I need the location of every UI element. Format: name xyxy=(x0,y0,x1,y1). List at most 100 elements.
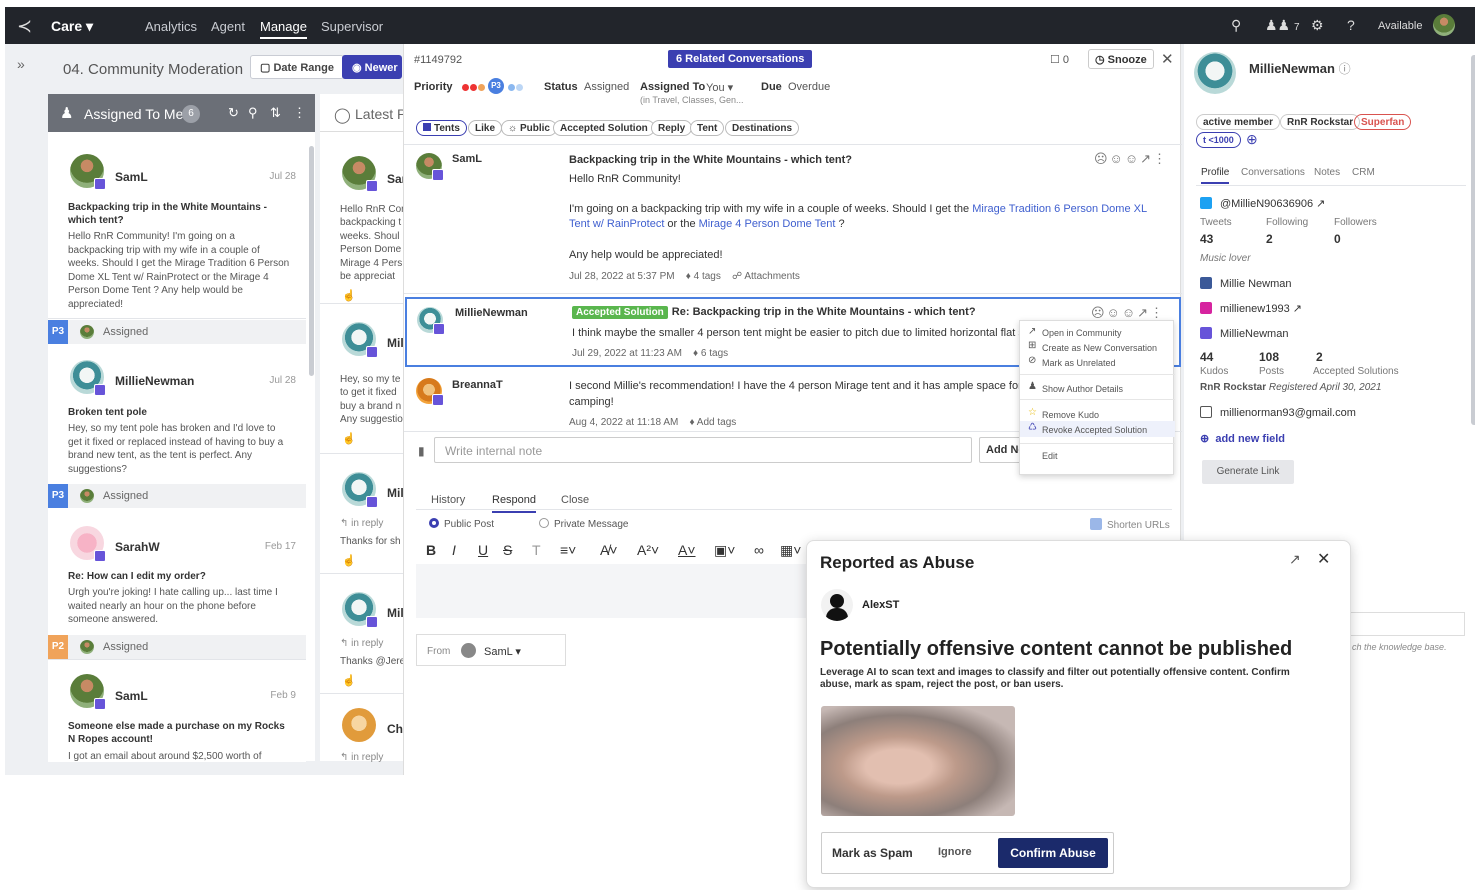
nav-manage[interactable]: Manage xyxy=(260,19,307,39)
menu-mark-unrelated[interactable]: Mark as Unrelated xyxy=(1042,358,1116,368)
product-link[interactable]: Mirage 4 Person Dome Tent xyxy=(699,218,836,230)
status-value[interactable]: Assigned xyxy=(584,81,629,93)
tag-tents[interactable]: Tents xyxy=(416,120,467,136)
thumbs-up-icon[interactable]: ☝ xyxy=(342,432,356,445)
reaction-icons[interactable]: ☹☺☺↗⋮ xyxy=(1091,305,1165,321)
add-tags-link[interactable]: Add tags xyxy=(697,417,736,428)
menu-edit[interactable]: Edit xyxy=(1042,451,1058,461)
clear-format-icon[interactable]: T xyxy=(532,542,541,558)
gear-icon[interactable]: ⚙ xyxy=(1311,17,1324,34)
assigned-dropdown[interactable]: You ▾ xyxy=(706,81,733,94)
tab-history[interactable]: History xyxy=(431,494,465,506)
priority-dot[interactable] xyxy=(516,84,523,91)
align-icon[interactable]: ≡˅ xyxy=(560,542,576,558)
tag-like[interactable]: Like xyxy=(468,120,503,136)
queue-scrollbar[interactable] xyxy=(309,146,314,376)
tags-link[interactable]: 4 tags xyxy=(694,271,721,282)
badge-active-member[interactable]: active member xyxy=(1196,114,1281,130)
twitter-handle[interactable]: @MillieN90636906 ↗ xyxy=(1200,197,1325,210)
instagram-handle[interactable]: millienew1993 ↗ xyxy=(1200,302,1302,315)
app-logo-icon[interactable]: ≺ xyxy=(17,16,32,37)
image-icon[interactable]: ▦˅ xyxy=(780,542,801,559)
tab-close[interactable]: Close xyxy=(561,494,589,506)
thumbs-up-icon[interactable]: ☝ xyxy=(342,289,356,302)
latest-card[interactable]: Sar Hello RnR Cor backpacking t weeks. S… xyxy=(320,136,410,304)
tag-reply[interactable]: Reply xyxy=(651,120,693,136)
tab-crm[interactable]: CRM xyxy=(1352,167,1375,178)
more-icon[interactable]: ⋮ xyxy=(293,105,306,121)
latest-card[interactable]: Mil ↰ in reply Thanks for sh ☝ xyxy=(320,456,410,574)
superscript-icon[interactable]: A²˅ xyxy=(637,542,659,558)
user-avatar[interactable] xyxy=(1433,14,1455,36)
from-selector[interactable]: From SamL ▾ xyxy=(416,634,566,666)
generate-link-button[interactable]: Generate Link xyxy=(1202,460,1294,484)
queue-card[interactable]: SamL Jul 28 Backpacking trip in the Whit… xyxy=(48,134,306,344)
thumbs-up-icon[interactable]: ☝ xyxy=(342,554,356,567)
font-color-icon[interactable]: A˅ xyxy=(678,542,696,558)
menu-remove-kudo[interactable]: Remove Kudo xyxy=(1042,410,1099,420)
snooze-button[interactable]: ◷ Snooze xyxy=(1088,49,1154,69)
open-external-icon[interactable]: ↗ xyxy=(1289,551,1301,568)
queue-card[interactable]: SamL Feb 9 Someone else made a purchase … xyxy=(48,662,306,762)
search-icon[interactable]: ⚲ xyxy=(1231,17,1241,34)
internal-note-input[interactable]: Write internal note xyxy=(434,437,972,463)
priority-dot[interactable] xyxy=(508,84,515,91)
tag-destinations[interactable]: Destinations xyxy=(725,120,800,136)
font-size-icon[interactable]: A̸˅ xyxy=(600,542,618,558)
search-icon[interactable]: ⚲ xyxy=(248,105,258,121)
expand-icon[interactable]: » xyxy=(17,56,25,72)
community-name[interactable]: MillieNewman xyxy=(1200,327,1288,340)
add-badge-icon[interactable]: ⊕ xyxy=(1246,131,1258,148)
queue-card[interactable]: MillieNewman Jul 28 Broken tent pole Hey… xyxy=(48,346,306,511)
underline-icon[interactable]: U xyxy=(478,542,488,558)
newer-button[interactable]: ◉ Newer xyxy=(342,55,402,79)
queue-card[interactable]: SarahW Feb 17 Re: How can I edit my orde… xyxy=(48,510,306,660)
refresh-icon[interactable]: ↻ xyxy=(228,105,239,121)
attachments-link[interactable]: Attachments xyxy=(744,271,800,282)
badge-value[interactable]: t <1000 xyxy=(1196,132,1241,148)
priority-dot[interactable] xyxy=(462,84,469,91)
tag-tent[interactable]: Tent xyxy=(690,120,725,136)
tag-accepted-solution[interactable]: Accepted Solution xyxy=(553,120,655,136)
nav-supervisor[interactable]: Supervisor xyxy=(321,19,383,34)
add-field-link[interactable]: ⊕ add new field xyxy=(1200,432,1285,445)
users-icon[interactable]: ♟♟ 7 xyxy=(1265,17,1300,34)
author-name[interactable]: SamL xyxy=(452,153,482,165)
tab-notes[interactable]: Notes xyxy=(1314,167,1340,178)
app-switcher[interactable]: Care ▾ xyxy=(51,18,93,35)
highlight-icon[interactable]: ▣˅ xyxy=(714,542,735,559)
nav-agent[interactable]: Agent xyxy=(211,19,245,34)
info-icon[interactable]: ⓘ xyxy=(1339,62,1351,76)
menu-create-conversation[interactable]: Create as New Conversation xyxy=(1042,343,1157,353)
menu-revoke-solution[interactable]: Revoke Accepted Solution xyxy=(1042,425,1147,435)
menu-open-in-community[interactable]: Open in Community xyxy=(1042,328,1122,338)
priority-dot[interactable] xyxy=(478,84,485,91)
email[interactable]: millienorman93@gmail.com xyxy=(1200,406,1356,419)
page-scrollbar[interactable] xyxy=(1471,55,1475,425)
close-icon[interactable]: ✕ xyxy=(1161,50,1174,68)
close-icon[interactable]: ✕ xyxy=(1317,549,1330,569)
shorten-urls-checkbox[interactable]: Shorten URLs xyxy=(1090,518,1170,531)
badge-superfan[interactable]: Superfan xyxy=(1354,114,1412,130)
latest-card[interactable]: Mil Hey, so my te to get it fixed buy a … xyxy=(320,306,410,454)
knowledge-search-input[interactable] xyxy=(1347,612,1465,636)
menu-show-author[interactable]: Show Author Details xyxy=(1042,384,1123,394)
facebook-name[interactable]: Millie Newman xyxy=(1200,277,1292,290)
nav-analytics[interactable]: Analytics xyxy=(145,19,197,34)
mark-spam-button[interactable]: Mark as Spam xyxy=(832,846,913,860)
tag-public[interactable]: ☼ Public xyxy=(501,120,557,136)
bookmark-icon[interactable]: ☐ 0 xyxy=(1050,53,1069,66)
italic-icon[interactable]: I xyxy=(452,542,456,558)
tab-conversations[interactable]: Conversations xyxy=(1241,167,1305,178)
public-post-radio[interactable]: Public Post xyxy=(429,518,494,530)
strikethrough-icon[interactable]: S xyxy=(503,542,512,558)
thumbs-up-icon[interactable]: ☝ xyxy=(342,674,356,687)
bold-icon[interactable]: B xyxy=(426,542,436,558)
author-name[interactable]: MillieNewman xyxy=(455,307,528,319)
latest-card[interactable]: Mil ↰ in reply Thanks @Jere ☝ xyxy=(320,576,410,694)
latest-card[interactable]: Chr ↰ in reply xyxy=(320,696,410,763)
tags-link[interactable]: 6 tags xyxy=(701,348,728,359)
tab-profile[interactable]: Profile xyxy=(1201,167,1230,184)
ignore-button[interactable]: Ignore xyxy=(938,846,972,858)
reaction-icons[interactable]: ☹☺☺↗⋮ xyxy=(1094,151,1168,167)
